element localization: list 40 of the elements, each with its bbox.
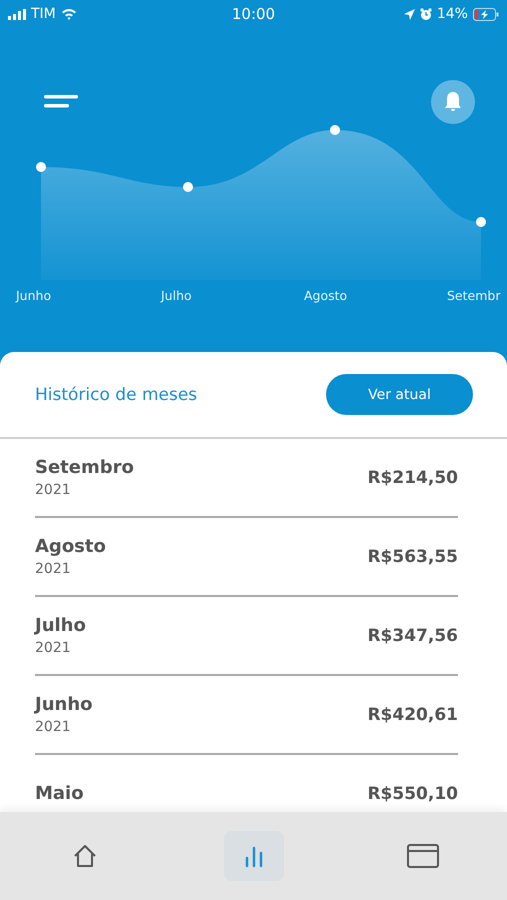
amount-value: R$214,50 (367, 468, 458, 488)
data-point (330, 125, 340, 135)
view-current-button[interactable]: Ver atual (326, 374, 473, 415)
month-label: Julho (159, 288, 193, 302)
alarm-clock-icon (420, 8, 432, 20)
month-name: Maio (35, 783, 84, 804)
nav-tab[interactable] (224, 831, 284, 881)
menu-icon (44, 95, 78, 109)
signal-icon (8, 8, 26, 20)
battery-icon (472, 8, 499, 20)
notifications-button[interactable] (431, 80, 475, 124)
month-name: Junho (35, 694, 93, 715)
bell-icon (444, 91, 462, 113)
month-name: Setembro (35, 457, 134, 478)
year-label: 2021 (35, 719, 72, 735)
month-label: Agosto (304, 288, 348, 302)
data-point (183, 182, 193, 192)
location-arrow-icon (404, 8, 415, 20)
carrier-name: TIM (31, 6, 56, 22)
bar-chart-icon (244, 844, 262, 868)
clock-time: 10:00 (232, 5, 276, 23)
section-title: Histórico de meses (35, 384, 198, 404)
credit-card-icon (406, 844, 438, 868)
amount-value: R$420,61 (367, 704, 458, 724)
month-name: Agosto (35, 536, 106, 557)
month-label: Setembr (447, 288, 500, 302)
month-name: Julho (35, 615, 86, 636)
wifi-icon (60, 8, 77, 20)
amount-value: R$347,56 (367, 626, 458, 646)
home-icon (72, 844, 96, 868)
year-label: 2021 (35, 640, 72, 656)
amount-value: R$563,55 (367, 546, 458, 566)
year-label: 2021 (35, 482, 72, 498)
menu-button[interactable] (44, 95, 78, 109)
amount-value: R$550,10 (367, 784, 458, 804)
year-label: 2021 (35, 561, 72, 577)
data-point (36, 162, 46, 172)
battery-percentage: 14% (436, 6, 468, 22)
month-label: Junho (16, 288, 52, 302)
data-point (476, 217, 486, 227)
